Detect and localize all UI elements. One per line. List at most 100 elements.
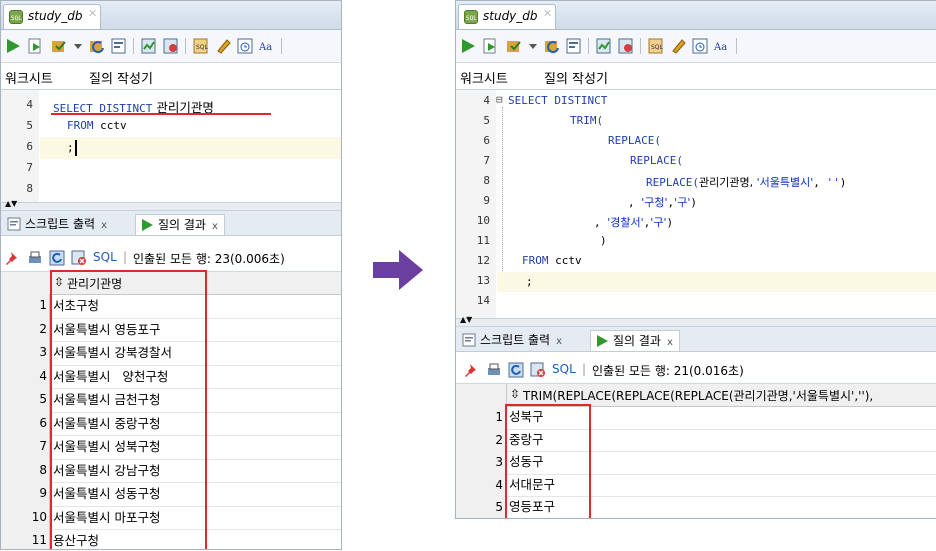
pin-icon[interactable]	[464, 362, 480, 378]
line-number: 4	[483, 94, 490, 107]
sql-editor[interactable]: 4 5 6 7 8 9 10 11 12 13 14 ⊟ SELECT DIST…	[456, 90, 936, 318]
sql-history-icon[interactable]: SQL	[648, 38, 664, 54]
format-case-icon[interactable]: Aa	[259, 38, 275, 54]
row-number: 2	[456, 428, 506, 451]
commit-icon[interactable]	[51, 38, 67, 54]
splitter-bar[interactable]: ▲▼	[1, 200, 341, 211]
line-number: 8	[483, 174, 490, 187]
result-toolbar: SQL | 인출된 모든 행: 21(0.016초)	[456, 357, 936, 384]
result-toolbar: SQL | 인출된 모든 행: 23(0.006초)	[1, 245, 341, 272]
line-number: 7	[26, 161, 33, 174]
editor-tab-bar: SQL study_db ✕	[1, 1, 341, 30]
sql-tuning-icon[interactable]	[618, 38, 634, 54]
rollback-icon[interactable]	[544, 38, 560, 54]
sort-icon[interactable]: ⇳	[510, 387, 520, 401]
row-number: 4	[1, 364, 50, 388]
result-tabs: 스크립트 출력 x 질의 결과 x	[456, 327, 936, 352]
line-number: 6	[26, 140, 33, 153]
close-tab-icon[interactable]: x	[667, 337, 673, 348]
sql-history-clock-icon[interactable]	[237, 38, 253, 54]
connection-tab-study-db[interactable]: SQL study_db ✕	[3, 4, 101, 29]
svg-text:Aa: Aa	[259, 42, 272, 53]
svg-text:Aa: Aa	[714, 42, 727, 53]
autotrace-icon[interactable]	[596, 38, 612, 54]
column-header[interactable]: TRIM(REPLACE(REPLACE(REPLACE(관리기관명,'서울특별…	[523, 387, 873, 404]
tab-script-output[interactable]: 스크립트 출력 x	[458, 330, 568, 350]
current-line-highlight	[497, 272, 936, 292]
close-tab-icon[interactable]: x	[101, 220, 107, 231]
run-statement-icon[interactable]	[460, 38, 476, 54]
line-number: 14	[476, 294, 490, 307]
dropdown-arrow-icon[interactable]	[528, 38, 538, 54]
row-number: 5	[456, 496, 506, 518]
row-number: 7	[1, 435, 50, 459]
refresh-icon[interactable]	[508, 362, 524, 378]
code-line-4: SELECT DISTINCT	[508, 94, 608, 107]
line-number: 6	[483, 134, 490, 147]
row-number: 1	[456, 406, 506, 429]
connection-tab-study-db[interactable]: SQL study_db ✕	[458, 4, 556, 29]
row-number: 2	[1, 317, 50, 341]
code-line-11: )	[600, 234, 607, 247]
row-number: 11	[1, 529, 50, 549]
clear-eraser-icon[interactable]	[670, 38, 686, 54]
database-connection-icon: SQL	[464, 10, 478, 24]
cancel-query-icon[interactable]	[71, 250, 87, 266]
run-statement-icon[interactable]	[5, 38, 21, 54]
rollback-icon[interactable]	[89, 38, 105, 54]
run-script-icon[interactable]	[482, 38, 498, 54]
line-number: 7	[483, 154, 490, 167]
print-icon[interactable]	[27, 250, 43, 266]
dropdown-arrow-icon[interactable]	[73, 38, 83, 54]
pin-icon[interactable]	[5, 250, 21, 266]
close-tab-icon[interactable]: ✕	[543, 7, 552, 20]
row-number-header	[456, 384, 507, 406]
line-number: 5	[26, 119, 33, 132]
sql-history-icon[interactable]: SQL	[193, 38, 209, 54]
format-case-icon[interactable]: Aa	[714, 38, 730, 54]
code-line-13: ;	[526, 275, 533, 288]
code-line-8: REPLACE(관리기관명, '서울특별시', '')	[646, 176, 847, 189]
database-connection-icon: SQL	[9, 10, 23, 24]
sql-history-clock-icon[interactable]	[692, 38, 708, 54]
fold-toggle-icon[interactable]: ⊟	[496, 93, 503, 106]
fetch-status: 인출된 모든 행: 23(0.006초)	[133, 252, 285, 266]
splitter-bar[interactable]: ▲▼	[456, 316, 936, 327]
left-sql-developer-window: SQL study_db ✕ SQL Aa 워크시트 질의 작성기 4 5 6 …	[0, 0, 342, 550]
sql-link[interactable]: SQL	[93, 250, 117, 264]
refresh-icon[interactable]	[49, 250, 65, 266]
arrow-right-icon	[373, 250, 423, 290]
close-tab-icon[interactable]: x	[212, 221, 218, 232]
line-number-gutter: 4 5 6 7 8 9 10 11 12 13 14	[456, 90, 496, 318]
commit-icon[interactable]	[506, 38, 522, 54]
svg-text:SQL: SQL	[196, 44, 209, 51]
autotrace-icon[interactable]	[141, 38, 157, 54]
explain-plan-icon[interactable]	[111, 38, 127, 54]
worksheet-toolbar: SQL Aa	[456, 30, 936, 63]
tab-query-result[interactable]: 질의 결과 x	[590, 330, 680, 351]
text-cursor	[75, 140, 77, 156]
line-number: 12	[476, 254, 490, 267]
row-number: 3	[1, 341, 50, 365]
run-script-icon[interactable]	[27, 38, 43, 54]
cancel-query-icon[interactable]	[530, 362, 546, 378]
sql-link[interactable]: SQL	[552, 362, 576, 376]
tab-query-result[interactable]: 질의 결과 x	[135, 214, 225, 235]
red-underline-annotation	[51, 113, 271, 115]
query-result-play-icon	[597, 335, 608, 347]
close-tab-icon[interactable]: x	[556, 336, 562, 347]
print-icon[interactable]	[486, 362, 502, 378]
code-line-10: , '경찰서','구')	[594, 216, 674, 229]
line-number: 4	[26, 98, 33, 111]
tab-query-builder[interactable]: 질의 작성기	[89, 68, 153, 87]
explain-plan-icon[interactable]	[566, 38, 582, 54]
row-number-header	[1, 272, 51, 294]
clear-eraser-icon[interactable]	[215, 38, 231, 54]
row-number: 6	[1, 411, 50, 435]
sql-editor[interactable]: 4 5 6 7 8 SELECT DISTINCT 관리기관명 FROM cct…	[1, 90, 341, 202]
tab-script-output[interactable]: 스크립트 출력 x	[3, 214, 113, 234]
sql-tuning-icon[interactable]	[163, 38, 179, 54]
svg-text:SQL: SQL	[651, 44, 664, 51]
close-tab-icon[interactable]: ✕	[88, 7, 97, 20]
tab-query-builder[interactable]: 질의 작성기	[544, 68, 608, 87]
